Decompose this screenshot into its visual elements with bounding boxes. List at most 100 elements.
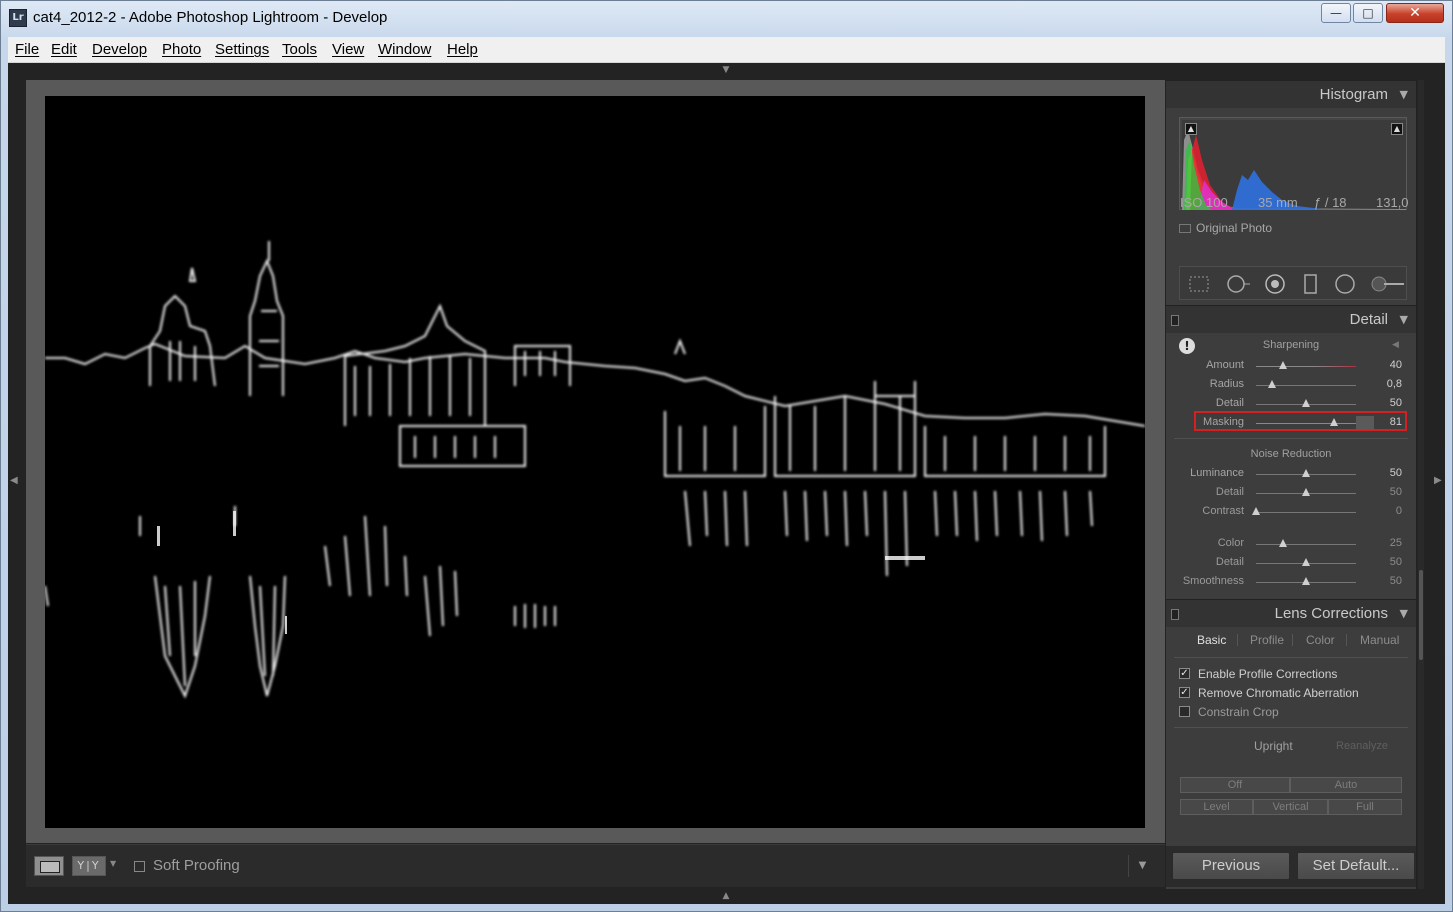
top-panel-toggle-icon[interactable]: ▼	[719, 66, 733, 75]
panel-switch-icon[interactable]	[1171, 609, 1179, 620]
slider-thumb[interactable]	[1330, 418, 1338, 426]
menu-settings[interactable]: Settings	[215, 41, 269, 58]
slider-color[interactable]: Color 25	[1166, 536, 1416, 554]
menu-help[interactable]: Help	[447, 41, 478, 58]
slider-thumb[interactable]	[1252, 507, 1260, 515]
slider-value[interactable]: 50	[1390, 556, 1402, 568]
red-eye-icon[interactable]	[1264, 273, 1286, 295]
scrollbar-thumb[interactable]	[1419, 570, 1423, 660]
slider-detail[interactable]: Detail 50	[1166, 555, 1416, 573]
set-default-button[interactable]: Set Default...	[1297, 852, 1415, 880]
upright-auto-button[interactable]: Auto	[1290, 777, 1402, 793]
slider-track[interactable]	[1256, 366, 1356, 367]
right-panel-scrollbar[interactable]	[1418, 80, 1424, 889]
reanalyze-button[interactable]: Reanalyze	[1336, 740, 1388, 752]
menu-edit[interactable]: Edit	[51, 41, 77, 58]
soft-proofing-checkbox[interactable]	[134, 861, 145, 872]
tab-manual[interactable]: Manual	[1360, 633, 1399, 647]
view-mode-dropdown-icon[interactable]: ▼	[110, 859, 116, 868]
slider-label: Radius	[1209, 378, 1244, 390]
adjustment-brush-icon[interactable]	[1370, 273, 1406, 295]
photo-preview[interactable]	[45, 96, 1145, 828]
original-photo-checkbox[interactable]	[1179, 224, 1191, 233]
upright-full-button[interactable]: Full	[1328, 799, 1402, 815]
slider-value[interactable]: 50	[1390, 575, 1402, 587]
slider-value[interactable]: 25	[1390, 537, 1402, 549]
minimize-icon: —	[1330, 6, 1342, 20]
collapse-triangle-icon[interactable]: ▼	[1400, 607, 1408, 620]
enable-profile-corrections-checkbox[interactable]: ✓	[1179, 668, 1190, 679]
toolbar-content-menu-icon[interactable]: ▼	[1128, 855, 1156, 877]
menu-window[interactable]: Window	[378, 41, 431, 58]
slider-value[interactable]: 50	[1390, 486, 1402, 498]
shadow-clipping-button[interactable]: ▲	[1185, 123, 1197, 135]
application-window: Lr cat4_2012-2 - Adobe Photoshop Lightro…	[0, 0, 1453, 912]
aperture-value: ƒ / 18	[1314, 195, 1347, 210]
menu-tools[interactable]: Tools	[282, 41, 317, 58]
lightroom-app-icon: Lr	[9, 9, 27, 27]
slider-thumb[interactable]	[1302, 469, 1310, 477]
slider-amount[interactable]: Amount 40	[1166, 358, 1416, 376]
constrain-crop-checkbox[interactable]	[1179, 706, 1190, 717]
slider-thumb[interactable]	[1302, 488, 1310, 496]
tab-color[interactable]: Color	[1306, 633, 1335, 647]
slider-track[interactable]	[1256, 544, 1356, 545]
slider-value-field[interactable]	[1356, 416, 1374, 430]
left-panel-toggle-icon[interactable]: ◀	[10, 475, 18, 486]
collapse-triangle-icon[interactable]: ▼	[1400, 313, 1408, 326]
tab-basic[interactable]: Basic	[1197, 633, 1226, 647]
radial-filter-icon[interactable]	[1334, 273, 1356, 295]
detail-header[interactable]: Detail ▼	[1166, 305, 1416, 333]
slider-track[interactable]	[1256, 423, 1356, 424]
slider-thumb[interactable]	[1268, 380, 1276, 388]
slider-value[interactable]: 0	[1396, 505, 1402, 517]
minimize-button[interactable]: —	[1321, 3, 1351, 23]
slider-contrast[interactable]: Contrast 0	[1166, 504, 1416, 522]
soft-proofing-label: Soft Proofing	[153, 857, 240, 874]
histogram-header[interactable]: Histogram ▼	[1166, 80, 1416, 108]
tab-profile[interactable]: Profile	[1250, 633, 1284, 647]
highlight-clipping-button[interactable]: ▲	[1391, 123, 1403, 135]
close-button[interactable]: ✕	[1386, 3, 1444, 23]
menu-photo[interactable]: Photo	[162, 41, 201, 58]
crop-overlay-icon[interactable]	[1188, 275, 1210, 293]
sharpening-triangle-icon[interactable]: ◀	[1392, 340, 1399, 350]
slider-masking[interactable]: Masking 81	[1166, 415, 1416, 433]
slider-detail[interactable]: Detail 50	[1166, 396, 1416, 414]
right-panel-toggle-icon[interactable]: ▶	[1434, 475, 1442, 486]
upright-off-button[interactable]: Off	[1180, 777, 1290, 793]
shutter-value: 131,0	[1376, 195, 1409, 210]
remove-chromatic-aberration-checkbox[interactable]: ✓	[1179, 687, 1190, 698]
noise-reduction-label: Noise Reduction	[1250, 448, 1332, 460]
maximize-button[interactable]: □	[1353, 3, 1383, 23]
slider-thumb[interactable]	[1302, 577, 1310, 585]
slider-value[interactable]: 40	[1390, 359, 1402, 371]
slider-value[interactable]: 81	[1390, 416, 1402, 428]
spot-removal-icon[interactable]	[1226, 273, 1252, 295]
slider-radius[interactable]: Radius 0,8	[1166, 377, 1416, 395]
slider-value[interactable]: 0,8	[1387, 378, 1402, 390]
filmstrip-toggle-icon[interactable]: ▲	[719, 892, 733, 901]
before-after-view-button[interactable]: Y|Y	[72, 856, 106, 876]
upright-vertical-button[interactable]: Vertical	[1253, 799, 1328, 815]
menu-develop[interactable]: Develop	[92, 41, 147, 58]
slider-value[interactable]: 50	[1390, 467, 1402, 479]
loupe-view-button[interactable]	[34, 856, 64, 876]
graduated-filter-icon[interactable]	[1302, 273, 1320, 295]
lens-corrections-header[interactable]: Lens Corrections ▼	[1166, 599, 1416, 627]
slider-track[interactable]	[1256, 512, 1356, 513]
previous-button[interactable]: Previous	[1172, 852, 1290, 880]
slider-value[interactable]: 50	[1390, 397, 1402, 409]
slider-thumb[interactable]	[1279, 539, 1287, 547]
collapse-triangle-icon[interactable]: ▼	[1400, 88, 1408, 101]
slider-thumb[interactable]	[1302, 399, 1310, 407]
slider-luminance[interactable]: Luminance 50	[1166, 466, 1416, 484]
slider-smoothness[interactable]: Smoothness 50	[1166, 574, 1416, 592]
slider-detail[interactable]: Detail 50	[1166, 485, 1416, 503]
slider-thumb[interactable]	[1279, 361, 1287, 369]
upright-level-button[interactable]: Level	[1180, 799, 1253, 815]
menu-file[interactable]: File	[15, 41, 39, 58]
menu-view[interactable]: View	[332, 41, 364, 58]
slider-thumb[interactable]	[1302, 558, 1310, 566]
panel-switch-icon[interactable]	[1171, 315, 1179, 326]
